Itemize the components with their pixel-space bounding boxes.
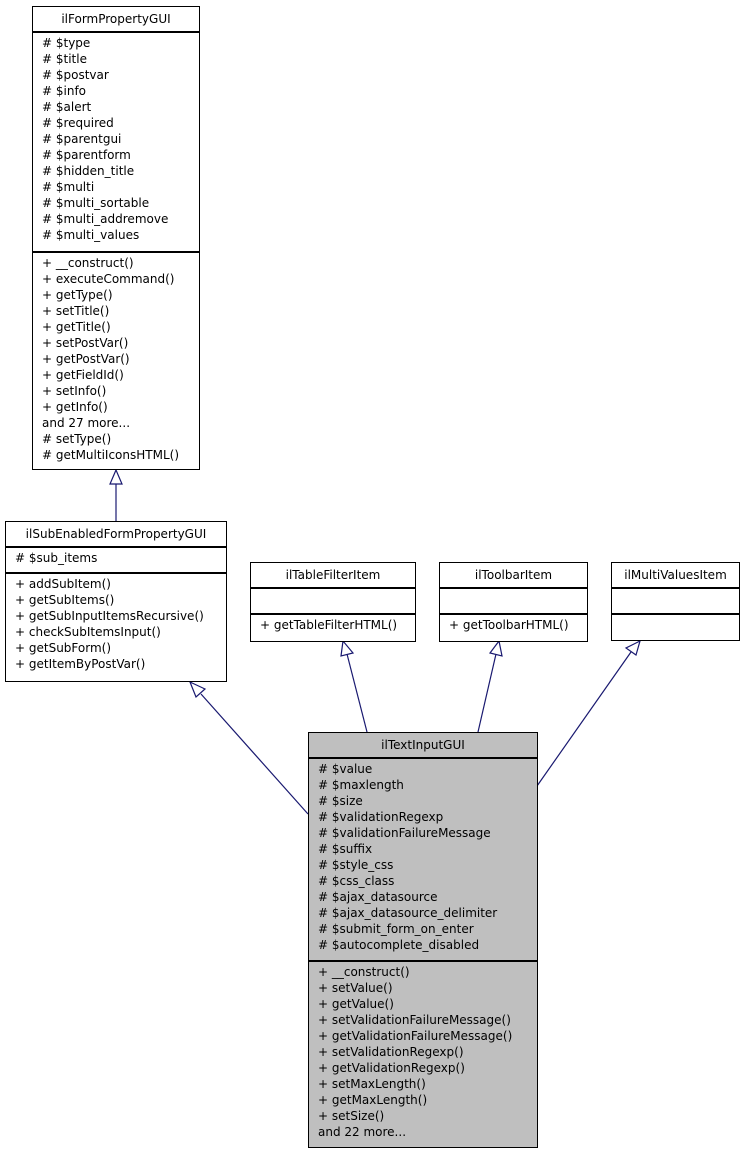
attribute-item: # $required bbox=[42, 116, 114, 130]
class-name: ilMultiValuesItem bbox=[612, 563, 739, 589]
class-name: ilTextInputGUI bbox=[309, 733, 537, 759]
edge-text-input-to-toolbar bbox=[477, 653, 497, 733]
attribute-item: # $title bbox=[42, 52, 87, 66]
edge-text-input-to-multi-values bbox=[536, 651, 632, 787]
method-item: + addSubItem() bbox=[15, 577, 111, 591]
method-item: + getValidationRegexp() bbox=[318, 1061, 465, 1075]
class-box-text-input-gui[interactable]: ilTextInputGUI # $value # $maxlength # $si… bbox=[308, 732, 538, 1148]
method-item: + getValue() bbox=[318, 997, 394, 1011]
more-members-note: and 27 more... bbox=[42, 416, 131, 430]
attribute-item: # $sub_items bbox=[15, 551, 98, 565]
method-item: + getSubForm() bbox=[15, 641, 112, 655]
attribute-item: # $maxlength bbox=[318, 778, 404, 792]
method-item: + getInfo() bbox=[42, 400, 108, 414]
methods-section bbox=[612, 615, 739, 617]
class-box-form-property-gui[interactable]: ilFormPropertyGUI # $type # $title # $post… bbox=[32, 6, 200, 470]
edge-text-input-to-table-filter bbox=[346, 653, 368, 733]
class-name: ilSubEnabledFormPropertyGUI bbox=[6, 522, 226, 548]
method-item: + setPostVar() bbox=[42, 336, 129, 350]
attributes-section: # $type # $title # $postvar # $info # $alert… bbox=[33, 33, 199, 253]
attributes-section bbox=[612, 589, 739, 615]
attribute-item: # $parentgui bbox=[42, 132, 122, 146]
attributes-section: # $sub_items bbox=[6, 548, 226, 574]
method-item: + checkSubItemsInput() bbox=[15, 625, 161, 639]
method-item: + setInfo() bbox=[42, 384, 107, 398]
method-item: + setTitle() bbox=[42, 304, 110, 318]
method-item: + setValidationFailureMessage() bbox=[318, 1013, 511, 1027]
inherit-arrowhead bbox=[488, 639, 503, 657]
method-item: + setValidationRegexp() bbox=[318, 1045, 464, 1059]
edge-text-input-to-sub-enabled bbox=[200, 693, 309, 815]
class-box-toolbar-item[interactable]: ilToolbarItem + getToolbarHTML() bbox=[439, 562, 588, 642]
method-item: + getSubItems() bbox=[15, 593, 115, 607]
method-item: + getItemByPostVar() bbox=[15, 657, 146, 671]
method-item: + setValue() bbox=[318, 981, 393, 995]
attributes-section: # $value # $maxlength # $size # $validation… bbox=[309, 759, 537, 962]
method-item: + setSize() bbox=[318, 1109, 385, 1123]
class-box-multi-values-item[interactable]: ilMultiValuesItem bbox=[611, 562, 740, 641]
attribute-item: # $ajax_datasource bbox=[318, 890, 438, 904]
attribute-item: # $hidden_title bbox=[42, 164, 135, 178]
attribute-item: # $postvar bbox=[42, 68, 109, 82]
attribute-item: # $autocomplete_disabled bbox=[318, 938, 480, 952]
attribute-item: # $style_css bbox=[318, 858, 394, 872]
attribute-item: # $multi bbox=[42, 180, 95, 194]
methods-section: + getTableFilterHTML() bbox=[251, 615, 415, 633]
attribute-item: # $validationRegexp bbox=[318, 810, 444, 824]
method-item: + getTableFilterHTML() bbox=[260, 618, 398, 632]
attributes-section bbox=[251, 589, 415, 615]
attribute-item: # $multi_values bbox=[42, 228, 140, 242]
inherit-arrowhead bbox=[109, 468, 123, 485]
attribute-item: # $type bbox=[42, 36, 91, 50]
inherit-arrowhead bbox=[188, 680, 207, 699]
methods-section: + getToolbarHTML() bbox=[440, 615, 587, 633]
class-name: ilToolbarItem bbox=[440, 563, 587, 589]
attribute-item: # $size bbox=[318, 794, 363, 808]
attribute-item: # $submit_form_on_enter bbox=[318, 922, 474, 936]
method-item: + executeCommand() bbox=[42, 272, 175, 286]
more-members-note: and 22 more... bbox=[318, 1125, 407, 1139]
attributes-section bbox=[440, 589, 587, 615]
attribute-item: # $info bbox=[42, 84, 87, 98]
method-item: + getSubInputItemsRecursive() bbox=[15, 609, 204, 623]
method-item: + getValidationFailureMessage() bbox=[318, 1029, 513, 1043]
method-item: + getTitle() bbox=[42, 320, 111, 334]
methods-section: + addSubItem() + getSubItems() + getSubInp… bbox=[6, 574, 226, 672]
class-box-table-filter-item[interactable]: ilTableFilterItem + getTableFilterHTML() bbox=[250, 562, 416, 642]
attribute-item: # $alert bbox=[42, 100, 92, 114]
class-box-sub-enabled-form-property-gui[interactable]: ilSubEnabledFormPropertyGUI # $sub_items… bbox=[5, 521, 227, 682]
method-item: + setMaxLength() bbox=[318, 1077, 426, 1091]
class-name: ilFormPropertyGUI bbox=[33, 7, 199, 33]
method-item: + getType() bbox=[42, 288, 113, 302]
method-item: # setType() bbox=[42, 432, 112, 446]
attribute-item: # $multi_addremove bbox=[42, 212, 169, 226]
methods-section: + __construct() + setValue() + getValue() +… bbox=[309, 962, 537, 1140]
attribute-item: # $parentform bbox=[42, 148, 131, 162]
method-item: + __construct() bbox=[42, 256, 134, 270]
method-item: + __construct() bbox=[318, 965, 410, 979]
inherit-arrowhead bbox=[624, 639, 641, 656]
attribute-item: # $multi_sortable bbox=[42, 196, 150, 210]
attribute-item: # $ajax_datasource_delimiter bbox=[318, 906, 498, 920]
method-item: + getPostVar() bbox=[42, 352, 130, 366]
attribute-item: # $validationFailureMessage bbox=[318, 826, 491, 840]
attribute-item: # $value bbox=[318, 762, 373, 776]
methods-section: + __construct() + executeCommand() + getTy… bbox=[33, 253, 199, 463]
method-item: + getToolbarHTML() bbox=[449, 618, 569, 632]
attribute-item: # $suffix bbox=[318, 842, 373, 856]
method-item: # getMultiIconsHTML() bbox=[42, 448, 179, 462]
method-item: + getMaxLength() bbox=[318, 1093, 428, 1107]
inherit-arrowhead bbox=[340, 639, 355, 657]
class-name: ilTableFilterItem bbox=[251, 563, 415, 589]
method-item: + getFieldId() bbox=[42, 368, 124, 382]
attribute-item: # $css_class bbox=[318, 874, 395, 888]
